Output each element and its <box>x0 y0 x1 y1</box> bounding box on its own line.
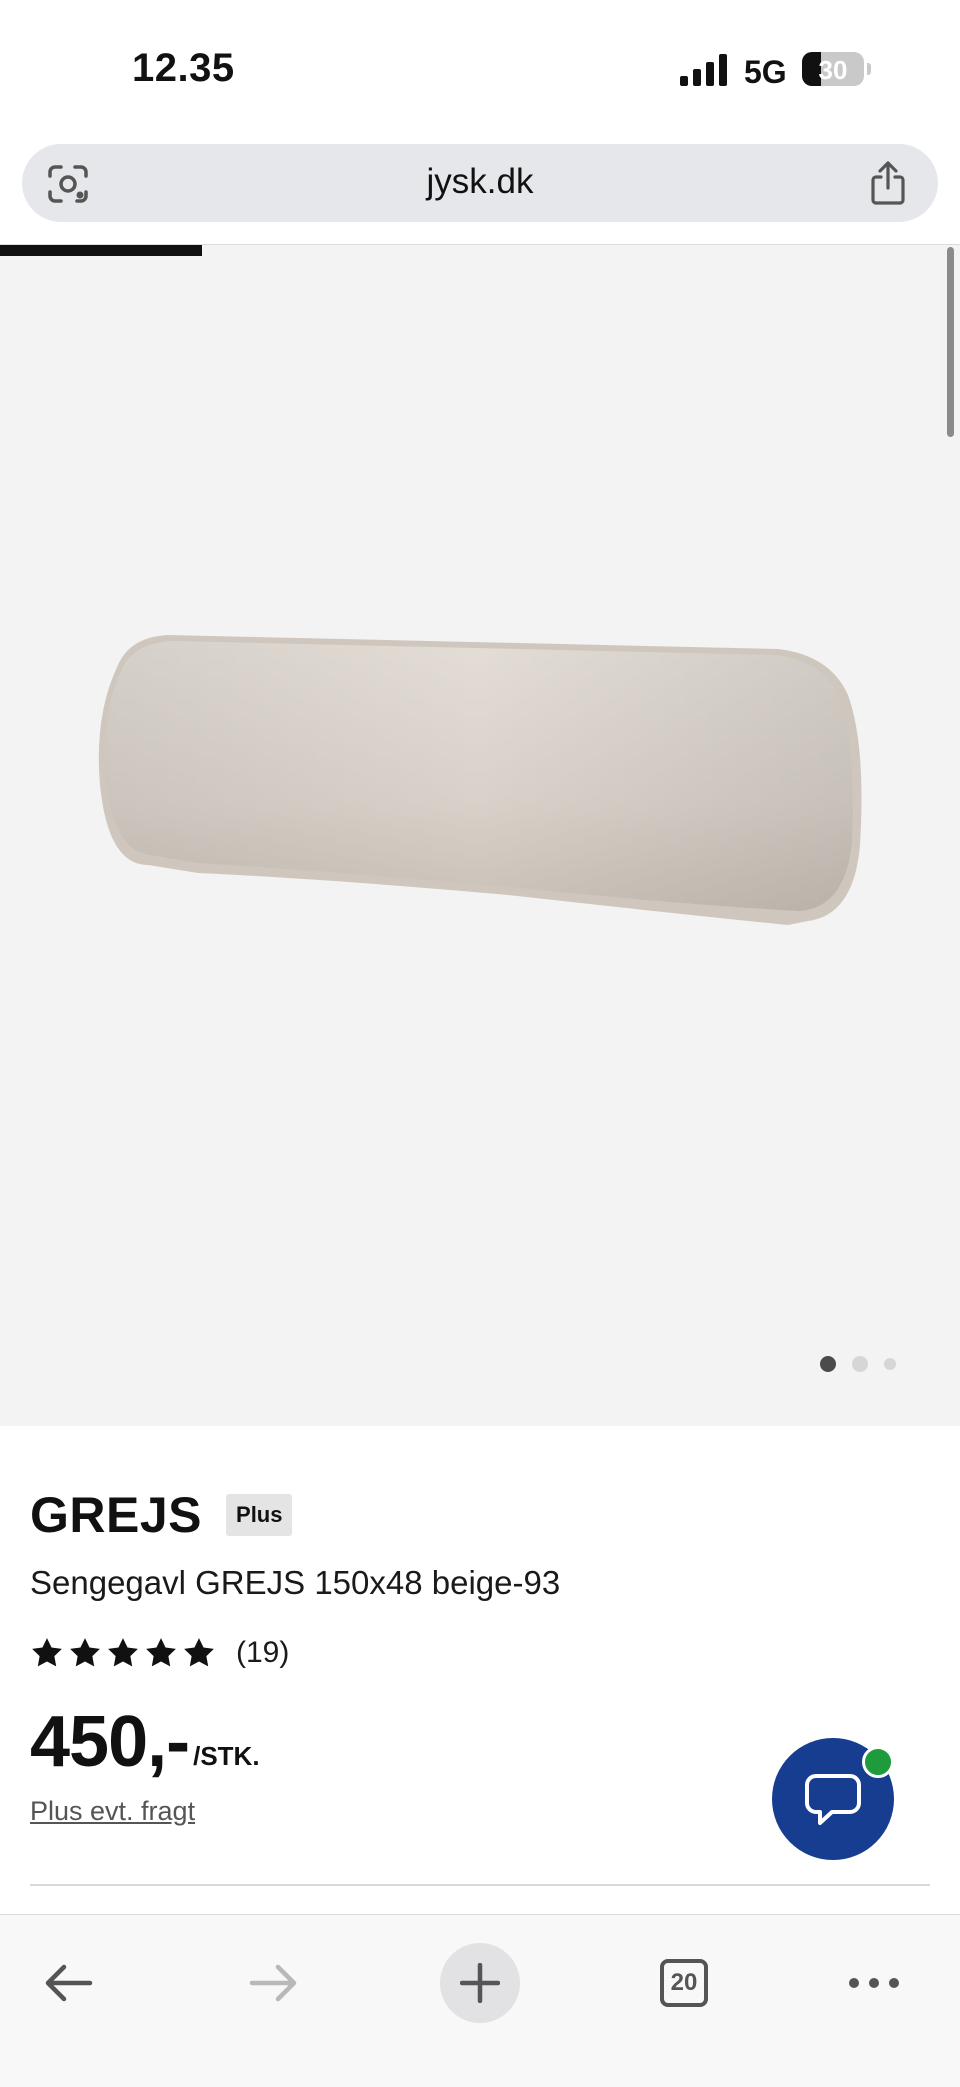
battery-percentage: 30 <box>818 55 848 85</box>
cellular-signal-icon <box>680 54 727 86</box>
product-brand: GREJS <box>30 1487 203 1543</box>
star-icon <box>32 1638 62 1667</box>
new-tab-button[interactable] <box>440 1943 520 2023</box>
back-button[interactable] <box>28 1943 108 2023</box>
headboard-product-image[interactable] <box>88 615 868 955</box>
gallery-progress-bar <box>0 245 202 256</box>
chat-online-indicator <box>862 1746 894 1778</box>
more-icon <box>849 1978 899 1988</box>
plus-badge: Plus <box>226 1494 293 1536</box>
forward-arrow-icon <box>249 1964 297 2002</box>
address-bar[interactable]: jysk.dk <box>22 144 938 222</box>
product-price: 450,- <box>30 1702 190 1782</box>
tabs-icon: 20 <box>660 1959 708 2007</box>
divider <box>30 1884 930 1886</box>
browser-toolbar: 20 <box>0 1914 960 2087</box>
battery-icon: 30 <box>802 52 864 86</box>
brand-row: GREJS Plus <box>30 1486 293 1544</box>
network-type: 5G <box>744 54 787 90</box>
page-scrollbar[interactable] <box>947 247 954 437</box>
star-icon <box>184 1638 214 1667</box>
url-text[interactable]: jysk.dk <box>22 162 938 202</box>
plus-icon <box>460 1963 500 2003</box>
price-row: 450,- /STK. <box>30 1706 260 1778</box>
battery-tip <box>867 63 871 75</box>
star-icon <box>146 1638 176 1667</box>
gallery-dot-1[interactable] <box>820 1356 836 1372</box>
more-button[interactable] <box>834 1943 914 2023</box>
chat-bubble-icon <box>805 1774 861 1825</box>
review-count[interactable]: (19) <box>236 1636 289 1670</box>
share-icon[interactable] <box>868 160 908 206</box>
rating-stars <box>30 1636 216 1670</box>
product-info: GREJS Plus Sengegavl GREJS 150x48 beige-… <box>0 1426 960 1914</box>
star-icon <box>70 1638 100 1667</box>
status-bar: 12.35 5G 30 <box>0 0 960 140</box>
forward-button[interactable] <box>234 1943 314 2023</box>
price-unit: /STK. <box>193 1741 260 1771</box>
star-icon <box>108 1638 138 1667</box>
product-name: Sengegavl GREJS 150x48 beige-93 <box>30 1564 561 1601</box>
back-arrow-icon <box>45 1964 93 2002</box>
gallery-dot-3[interactable] <box>884 1358 896 1370</box>
gallery-dot-2[interactable] <box>852 1356 868 1372</box>
shipping-note-link[interactable]: Plus evt. fragt <box>30 1796 195 1827</box>
product-image-gallery[interactable] <box>0 244 960 1427</box>
tabs-button[interactable]: 20 <box>644 1943 724 2023</box>
status-time: 12.35 <box>132 46 235 90</box>
gallery-pagination <box>820 1355 896 1373</box>
product-rating[interactable]: (19) <box>30 1636 289 1670</box>
